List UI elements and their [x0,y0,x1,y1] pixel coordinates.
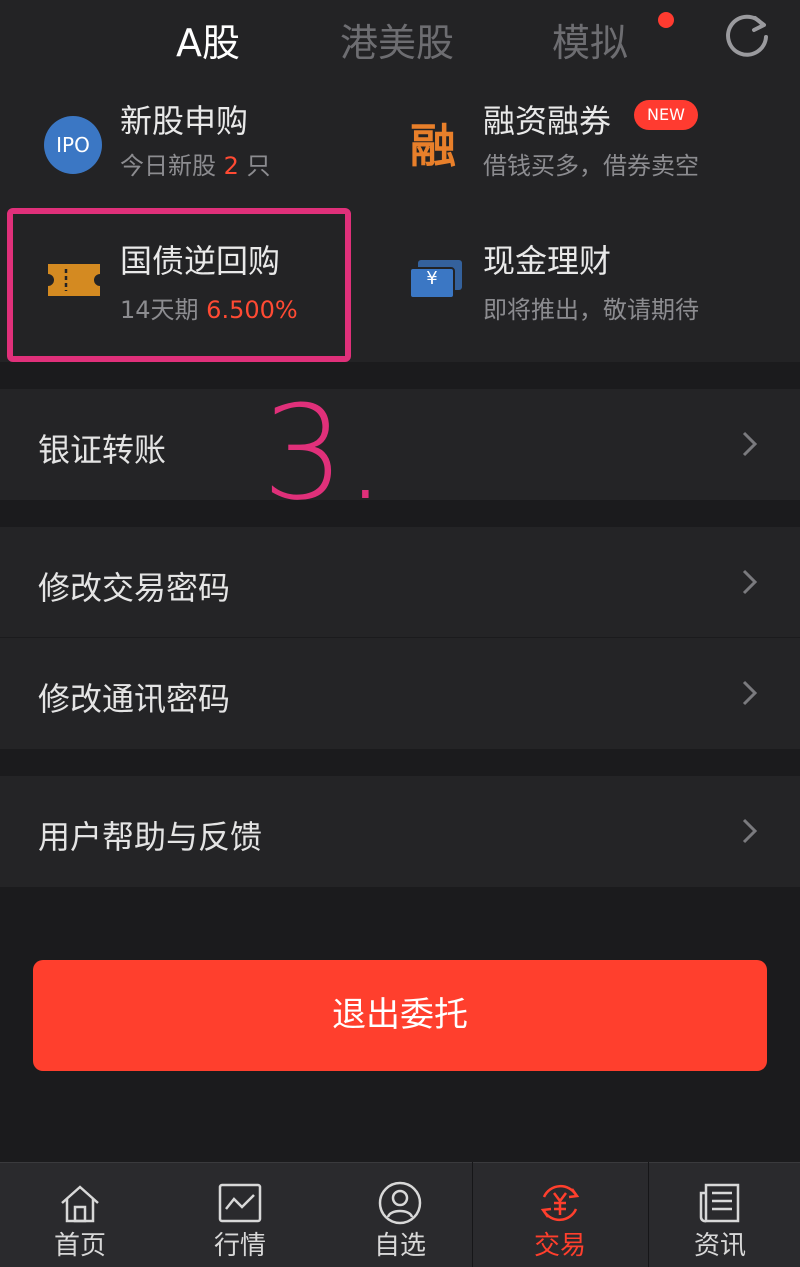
feature-subtitle: 借钱买多，借券卖空 [483,152,699,180]
chevron-right-icon [742,569,758,595]
tab-simulation[interactable]: 模拟 [552,12,628,67]
menu-item-change-comm-password[interactable]: 修改通讯密码 [0,638,800,749]
nav-label: 交易 [533,1231,586,1261]
nav-home[interactable]: 首页 [0,1163,160,1267]
menu-group-transfer: 银证转账 [0,389,800,500]
feature-cash-management[interactable]: ¥ 现金理财 即将推出，敬请期待 [400,232,780,362]
menu-item-help-feedback[interactable]: 用户帮助与反馈 [0,776,800,887]
nav-label: 资讯 [693,1231,746,1261]
nav-divider [472,1162,473,1267]
nav-label: 自选 [373,1231,426,1261]
trade-icon [540,1184,580,1222]
notification-dot [658,12,674,28]
ipo-icon: IPO [44,116,102,174]
nav-news[interactable]: 资讯 [640,1163,800,1267]
menu-item-bank-securities-transfer[interactable]: 银证转账 [0,389,800,500]
news-icon [699,1183,740,1223]
nav-label: 行情 [213,1231,266,1261]
top-tab-bar: A股 港美股 模拟 [0,0,800,88]
annotation-step-number: 3. [262,377,387,529]
menu-label: 修改交易密码 [38,569,231,607]
feature-subtitle: 即将推出，敬请期待 [483,296,699,324]
margin-icon: 融 [410,119,456,173]
menu-group-passwords: 修改交易密码 修改通讯密码 [0,527,800,749]
yen-symbol: ¥ [426,268,438,289]
bottom-nav-bar: 首页 行情 自选 交易 资讯 [0,1162,800,1267]
menu-label: 修改通讯密码 [38,680,231,718]
chevron-right-icon [742,818,758,844]
nav-trade[interactable]: 交易 [480,1163,640,1267]
logout-button[interactable]: 退出委托 [33,960,767,1071]
menu-group-help: 用户帮助与反馈 [0,776,800,887]
market-icon [218,1183,262,1223]
feature-title: 融资融券 [483,102,612,140]
feature-margin-trading[interactable]: 融资融券 借钱买多，借券卖空 [400,88,780,218]
watchlist-icon [378,1181,422,1225]
menu-label: 用户帮助与反馈 [38,818,263,856]
chevron-right-icon [742,680,758,706]
menu-item-change-trade-password[interactable]: 修改交易密码 [0,527,800,638]
menu-label: 银证转账 [38,431,167,469]
nav-watchlist[interactable]: 自选 [320,1163,480,1267]
nav-divider [648,1162,649,1267]
nav-market[interactable]: 行情 [160,1163,320,1267]
home-icon [61,1185,99,1223]
tab-hk-us-shares[interactable]: 港美股 [340,12,454,67]
nav-label: 首页 [53,1231,106,1261]
feature-title: 现金理财 [483,242,612,280]
tab-a-shares[interactable]: A股 [176,12,240,67]
annotation-highlight-box [7,208,351,362]
new-badge: NEW [634,100,698,130]
chevron-right-icon [742,431,758,457]
refresh-icon[interactable] [722,12,772,62]
